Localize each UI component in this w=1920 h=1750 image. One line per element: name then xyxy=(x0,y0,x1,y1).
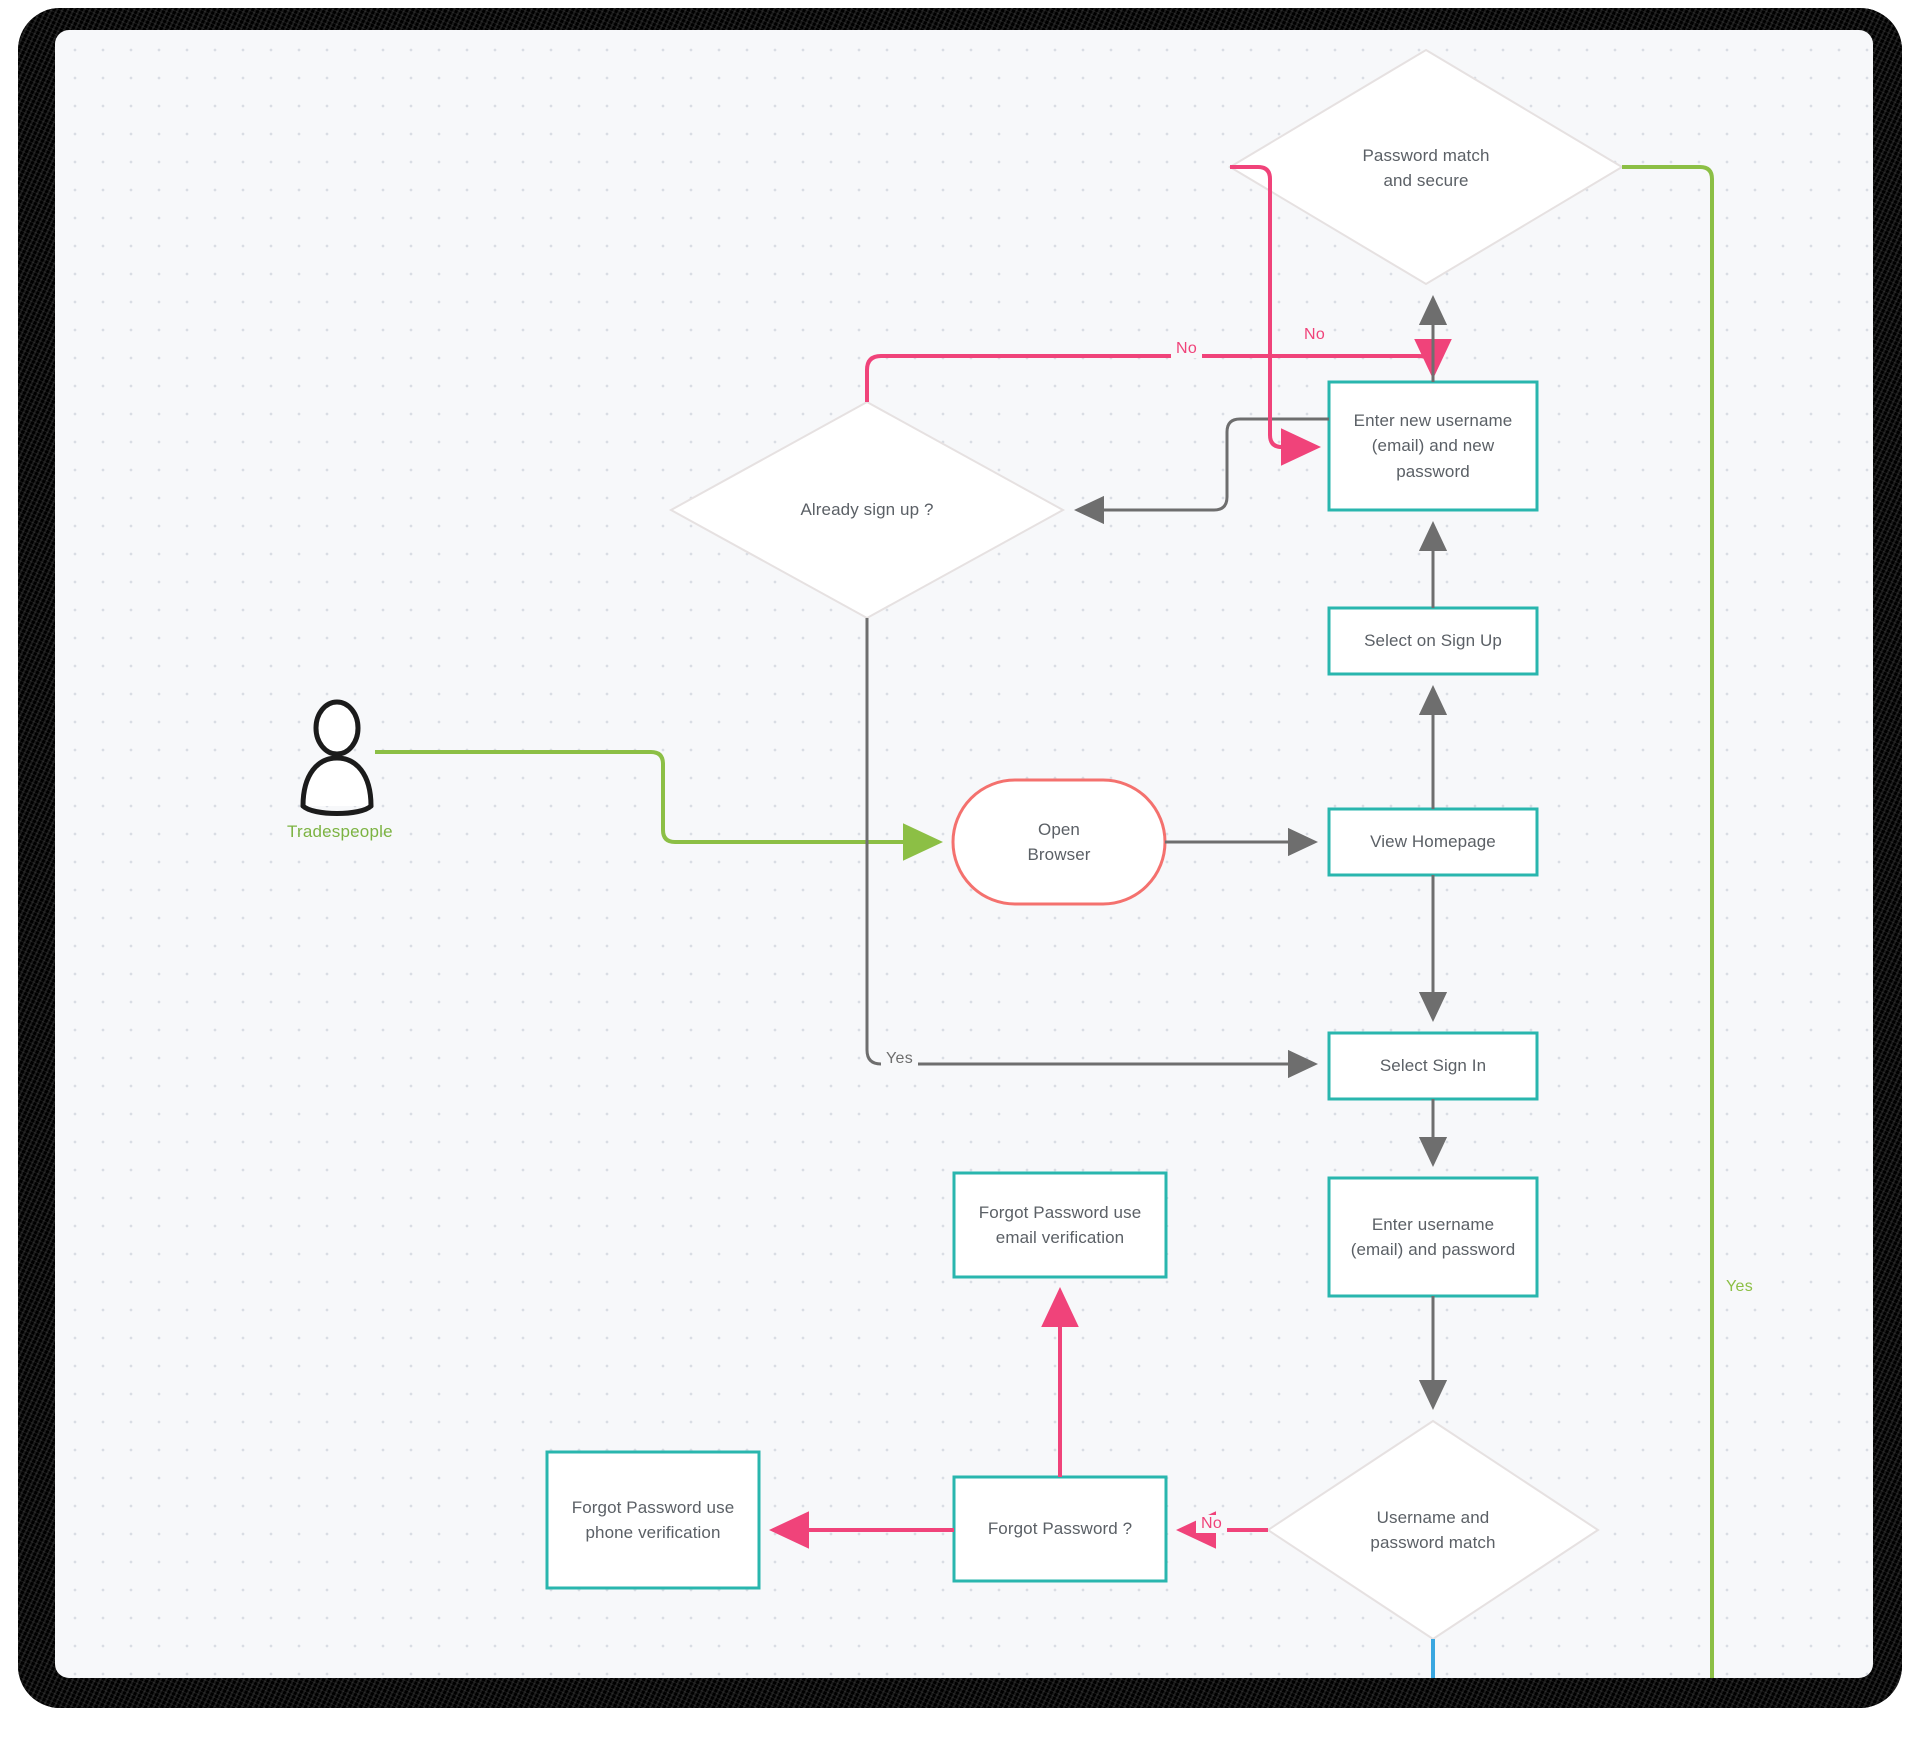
node-enter-credentials xyxy=(1327,1176,1539,1298)
edge-actor-to-open-browser xyxy=(375,750,943,861)
edge-enter-new-credentials-to-already-sign-up xyxy=(1074,417,1329,525)
node-password-match-secure xyxy=(1228,48,1624,286)
flowchart-edges-and-shapes xyxy=(300,48,1714,1678)
edge-password-secure-yes-down xyxy=(1622,165,1714,1678)
node-open-browser xyxy=(951,778,1167,906)
node-forgot-password xyxy=(952,1475,1168,1583)
node-username-password-match xyxy=(1266,1419,1600,1641)
node-view-homepage xyxy=(1327,807,1539,877)
node-select-sign-in xyxy=(1327,1031,1539,1101)
node-already-sign-up xyxy=(668,400,1066,620)
flowchart-canvas[interactable]: Password match and secure Already sign u… xyxy=(55,30,1873,1678)
node-forgot-password-email xyxy=(952,1171,1168,1279)
node-enter-new-credentials xyxy=(1327,380,1539,512)
node-select-on-sign-up xyxy=(1327,606,1539,676)
screenshot-stage: Password match and secure Already sign u… xyxy=(0,0,1920,1750)
person-icon xyxy=(300,699,374,816)
node-forgot-password-phone xyxy=(545,1450,761,1590)
